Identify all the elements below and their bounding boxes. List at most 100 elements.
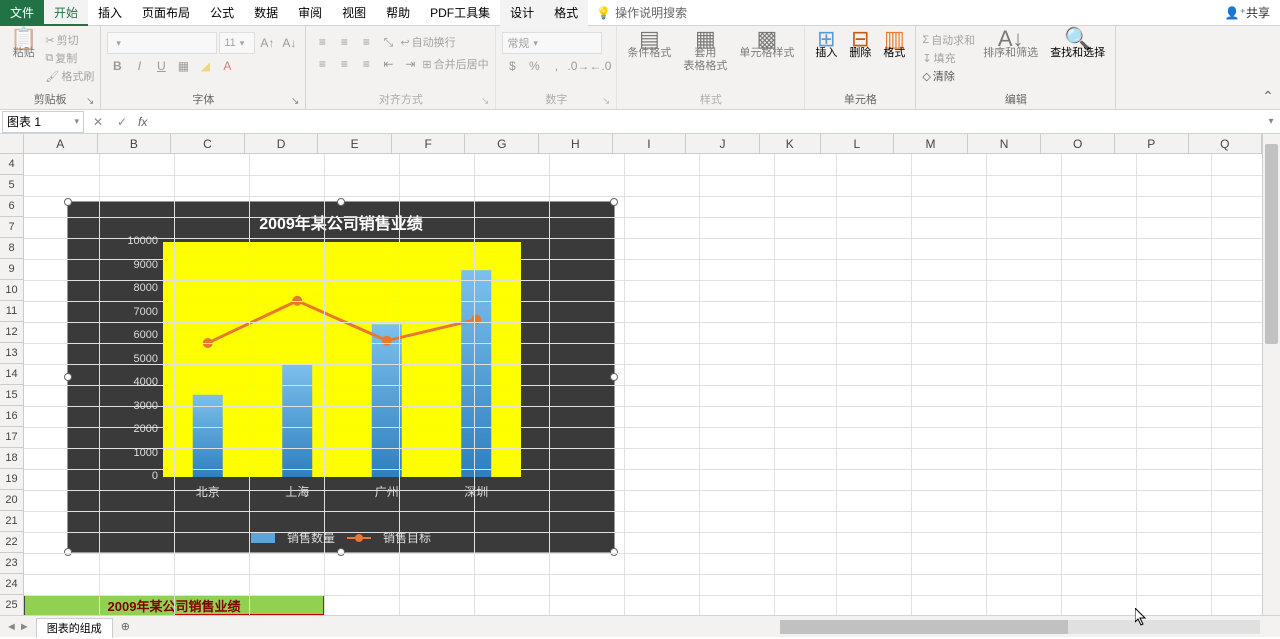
resize-handle-s[interactable] — [337, 548, 345, 556]
column-header[interactable]: I — [613, 134, 687, 153]
align-top-icon[interactable]: ≡ — [312, 32, 332, 52]
row-header[interactable]: 5 — [0, 175, 23, 196]
number-launcher[interactable]: ↘ — [602, 96, 610, 107]
select-all-button[interactable] — [0, 134, 24, 154]
column-header[interactable]: M — [894, 134, 968, 153]
column-header[interactable]: J — [686, 134, 760, 153]
name-box-dropdown-icon[interactable]: ▾ — [74, 116, 79, 127]
format-cells-button[interactable]: ▥格式 — [879, 32, 909, 60]
row-header[interactable]: 19 — [0, 469, 23, 490]
sheet-nav-prev-icon[interactable]: ◄ — [6, 621, 17, 633]
align-bottom-icon[interactable]: ≡ — [356, 32, 376, 52]
row-header[interactable]: 12 — [0, 322, 23, 343]
insert-cells-button[interactable]: ⊞插入 — [811, 32, 841, 60]
column-header[interactable]: B — [98, 134, 172, 153]
column-header[interactable]: O — [1041, 134, 1115, 153]
chart-plot-area[interactable] — [163, 242, 521, 477]
paste-button[interactable]: 📋 粘贴 — [6, 32, 41, 60]
indent-increase-icon[interactable]: ⇥ — [400, 54, 420, 74]
font-color-button[interactable]: A — [217, 56, 237, 76]
format-as-table-button[interactable]: ▦套用 表格格式 — [679, 32, 731, 73]
column-header[interactable]: G — [465, 134, 539, 153]
chart-object[interactable]: 2009年某公司销售业绩 010002000300040005000600070… — [67, 201, 615, 553]
conditional-formatting-button[interactable]: ▤条件格式 — [623, 32, 675, 60]
row-header[interactable]: 9 — [0, 259, 23, 280]
find-select-button[interactable]: 🔍查找和选择 — [1046, 32, 1109, 60]
percent-icon[interactable]: % — [524, 56, 544, 76]
resize-handle-sw[interactable] — [64, 548, 72, 556]
sheet-add-button[interactable]: ⊕ — [113, 620, 138, 633]
number-format-combo[interactable]: 常规▾ — [502, 32, 602, 54]
row-header[interactable]: 21 — [0, 511, 23, 532]
column-header[interactable]: P — [1115, 134, 1189, 153]
delete-cells-button[interactable]: ⊟删除 — [845, 32, 875, 60]
resize-handle-se[interactable] — [610, 548, 618, 556]
row-header[interactable]: 8 — [0, 238, 23, 259]
copy-button[interactable]: ⧉复制 — [45, 50, 94, 66]
column-header[interactable]: E — [318, 134, 392, 153]
tab-help[interactable]: 帮助 — [376, 0, 420, 26]
tab-file[interactable]: 文件 — [0, 0, 44, 26]
decrease-font-icon[interactable]: A↓ — [279, 33, 299, 53]
tell-me-search[interactable]: 💡 操作说明搜索 — [588, 4, 695, 21]
sheet-tab-active[interactable]: 图表的组成 — [36, 618, 113, 638]
increase-font-icon[interactable]: A↑ — [257, 33, 277, 53]
tab-pagelayout[interactable]: 页面布局 — [132, 0, 200, 26]
row-header[interactable]: 14 — [0, 364, 23, 385]
tab-chart-format[interactable]: 格式 — [544, 0, 588, 26]
comma-icon[interactable]: , — [546, 56, 566, 76]
align-center-icon[interactable]: ≡ — [334, 54, 354, 74]
row-header[interactable]: 23 — [0, 553, 23, 574]
row-header[interactable]: 24 — [0, 574, 23, 595]
tab-home[interactable]: 开始 — [44, 0, 88, 26]
row-header[interactable]: 4 — [0, 154, 23, 175]
resize-handle-n[interactable] — [337, 198, 345, 206]
column-header[interactable]: A — [24, 134, 98, 153]
vertical-scrollbar[interactable] — [1262, 134, 1280, 617]
cell-styles-button[interactable]: ▩单元格样式 — [735, 32, 798, 60]
align-middle-icon[interactable]: ≡ — [334, 32, 354, 52]
fill-button[interactable]: ↧填充 — [922, 50, 975, 66]
tab-review[interactable]: 审阅 — [288, 0, 332, 26]
fill-color-button[interactable]: ◢ — [195, 56, 215, 76]
row-header[interactable]: 25 — [0, 595, 23, 616]
align-left-icon[interactable]: ≡ — [312, 54, 332, 74]
format-painter-button[interactable]: 🖌格式刷 — [45, 68, 94, 84]
resize-handle-e[interactable] — [610, 373, 618, 381]
tab-pdf[interactable]: PDF工具集 — [420, 0, 500, 26]
italic-button[interactable]: I — [129, 56, 149, 76]
autosum-button[interactable]: Σ自动求和 — [922, 32, 975, 48]
resize-handle-w[interactable] — [64, 373, 72, 381]
underline-button[interactable]: U — [151, 56, 171, 76]
align-right-icon[interactable]: ≡ — [356, 54, 376, 74]
row-header[interactable]: 7 — [0, 217, 23, 238]
chart-title[interactable]: 2009年某公司销售业绩 — [68, 202, 614, 238]
row-header[interactable]: 22 — [0, 532, 23, 553]
ribbon-collapse-button[interactable]: ⌃ — [1256, 26, 1280, 109]
row-header[interactable]: 6 — [0, 196, 23, 217]
column-header[interactable]: D — [245, 134, 319, 153]
font-family-combo[interactable]: ▾ — [107, 32, 217, 54]
sort-filter-button[interactable]: A↓排序和筛选 — [979, 32, 1042, 60]
merge-center-button[interactable]: ⊞合并后居中 — [422, 56, 488, 72]
clipboard-launcher[interactable]: ↘ — [86, 96, 94, 107]
clear-button[interactable]: ◇清除 — [922, 68, 975, 84]
indent-decrease-icon[interactable]: ⇤ — [378, 54, 398, 74]
sheet-nav-next-icon[interactable]: ► — [19, 621, 30, 633]
formula-input[interactable] — [151, 111, 1262, 133]
increase-decimal-icon[interactable]: .0→ — [568, 56, 588, 76]
column-header[interactable]: F — [392, 134, 466, 153]
row-header[interactable]: 13 — [0, 343, 23, 364]
column-header[interactable]: Q — [1189, 134, 1263, 153]
column-header[interactable]: C — [171, 134, 245, 153]
row-header[interactable]: 20 — [0, 490, 23, 511]
resize-handle-ne[interactable] — [610, 198, 618, 206]
cells-area[interactable]: 2009年某公司销售业绩 010002000300040005000600070… — [24, 154, 1262, 617]
tab-view[interactable]: 视图 — [332, 0, 376, 26]
font-launcher[interactable]: ↘ — [291, 96, 299, 107]
orientation-icon[interactable]: ⤡ — [378, 32, 398, 52]
vscroll-thumb[interactable] — [1265, 144, 1278, 344]
column-header[interactable]: K — [760, 134, 821, 153]
font-size-combo[interactable]: 11▾ — [219, 32, 255, 54]
row-header[interactable]: 10 — [0, 280, 23, 301]
